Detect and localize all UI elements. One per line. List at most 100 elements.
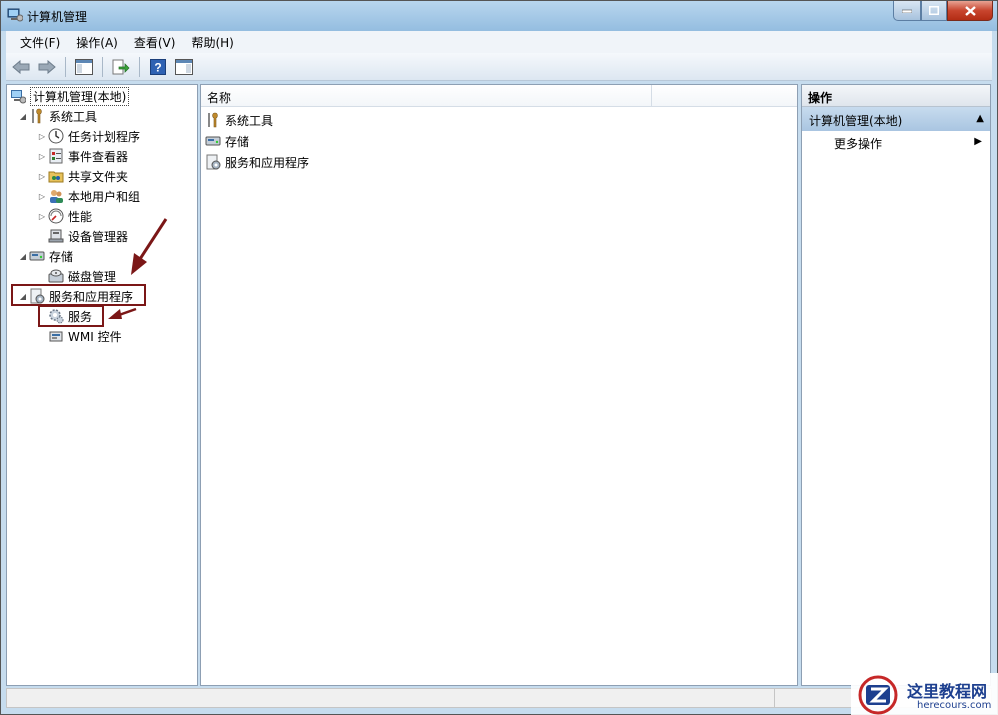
minimize-icon bbox=[902, 9, 912, 13]
actions-pane-title: 操作 bbox=[802, 85, 990, 107]
tree-label: 共享文件夹 bbox=[68, 169, 129, 184]
status-bar bbox=[6, 688, 992, 708]
services-applications-icon bbox=[206, 154, 221, 170]
toolbar-separator bbox=[65, 56, 66, 77]
svg-text:?: ? bbox=[154, 60, 161, 74]
watermark: 这里教程网 herecours.com bbox=[851, 673, 998, 715]
tree-label: 设备管理器 bbox=[68, 229, 129, 244]
actions-section-label: 计算机管理(本地) bbox=[809, 114, 903, 128]
main-window: 计算机管理 文件(F) 操作(A) 查看(V) 帮助(H) ? 计算机管理(本地… bbox=[0, 0, 998, 715]
toolbar: ? bbox=[6, 53, 992, 81]
toolbar-separator bbox=[102, 56, 103, 77]
list-item-label: 系统工具 bbox=[225, 113, 274, 128]
menu-action[interactable]: 操作(A) bbox=[68, 32, 126, 53]
storage-icon bbox=[29, 251, 45, 261]
help-button[interactable]: ? bbox=[147, 56, 169, 78]
annotation-highlight-box bbox=[11, 284, 146, 306]
expand-triangle-icon[interactable]: ▷ bbox=[36, 132, 48, 141]
collapse-triangle-icon[interactable]: ◢ bbox=[17, 112, 29, 121]
watermark-title: 这里教程网 bbox=[907, 682, 988, 701]
tree-item-disk-management[interactable]: 磁盘管理 bbox=[48, 266, 116, 286]
tree-item-system-tools[interactable]: ◢ 系统工具 bbox=[17, 106, 97, 126]
tree-label: 系统工具 bbox=[49, 109, 98, 124]
back-button[interactable] bbox=[10, 56, 32, 78]
list-item-label: 服务和应用程序 bbox=[225, 155, 310, 170]
show-hide-console-tree-button[interactable] bbox=[73, 56, 95, 78]
watermark-logo-icon bbox=[858, 675, 898, 715]
forward-arrow-icon bbox=[38, 59, 56, 74]
event-log-icon bbox=[49, 148, 63, 164]
list-item[interactable]: 存储 bbox=[205, 131, 249, 151]
tools-icon bbox=[32, 108, 42, 124]
maximize-button[interactable] bbox=[921, 1, 947, 21]
tree-item-device-manager[interactable]: 设备管理器 bbox=[48, 226, 128, 246]
results-list[interactable]: 名称 系统工具 存储 服务和应用程序 bbox=[200, 84, 798, 686]
back-arrow-icon bbox=[12, 59, 30, 74]
console-tree-icon bbox=[75, 58, 93, 75]
submenu-arrow-icon[interactable]: ▶ bbox=[974, 136, 982, 147]
performance-gauge-icon bbox=[48, 208, 64, 224]
export-list-button[interactable] bbox=[110, 56, 132, 78]
tree-item-root[interactable]: 计算机管理(本地) bbox=[10, 86, 130, 106]
tree-label: 事件查看器 bbox=[68, 149, 129, 164]
tree-item-performance[interactable]: ▷ 性能 bbox=[36, 206, 92, 226]
window-title: 计算机管理 bbox=[27, 10, 88, 24]
actions-section-header[interactable]: 计算机管理(本地) ▲ bbox=[802, 107, 990, 131]
watermark-url: herecours.com bbox=[917, 700, 992, 711]
users-icon bbox=[50, 190, 63, 203]
storage-icon bbox=[205, 136, 221, 146]
expand-triangle-icon[interactable]: ▷ bbox=[36, 172, 48, 181]
computer-management-icon bbox=[7, 8, 23, 22]
menu-help[interactable]: 帮助(H) bbox=[183, 32, 241, 53]
column-name-header[interactable]: 名称 bbox=[201, 85, 652, 107]
action-pane-icon bbox=[175, 58, 193, 75]
title-bar[interactable]: 计算机管理 bbox=[1, 1, 997, 31]
close-icon bbox=[964, 5, 976, 16]
menu-view[interactable]: 查看(V) bbox=[126, 32, 184, 53]
minimize-button[interactable] bbox=[893, 1, 921, 21]
tree-item-event-viewer[interactable]: ▷ 事件查看器 bbox=[36, 146, 128, 166]
tree-item-local-users[interactable]: ▷ 本地用户和组 bbox=[36, 186, 140, 206]
tree-item-storage[interactable]: ◢ 存储 bbox=[17, 246, 73, 266]
show-hide-action-pane-button[interactable] bbox=[173, 56, 195, 78]
tree-label: 性能 bbox=[68, 209, 93, 224]
disk-management-icon bbox=[48, 269, 64, 283]
collapse-triangle-icon[interactable]: ◢ bbox=[17, 252, 29, 261]
clock-icon bbox=[48, 128, 64, 144]
console-tree[interactable]: 计算机管理(本地) ◢ 系统工具 ▷ 任务计划程序 ▷ 事件查看器 ▷ 共享文件… bbox=[6, 84, 198, 686]
menu-file[interactable]: 文件(F) bbox=[12, 32, 68, 53]
computer-management-icon bbox=[11, 90, 26, 104]
tree-label: 计算机管理(本地) bbox=[30, 86, 130, 106]
list-item[interactable]: 服务和应用程序 bbox=[205, 152, 309, 172]
forward-button[interactable] bbox=[36, 56, 58, 78]
list-item-label: 存储 bbox=[225, 134, 250, 149]
list-item[interactable]: 系统工具 bbox=[205, 110, 273, 130]
tree-label: WMI 控件 bbox=[68, 329, 122, 344]
maximize-icon bbox=[929, 6, 939, 15]
close-button[interactable] bbox=[947, 1, 993, 21]
tree-item-wmi-control[interactable]: WMI 控件 bbox=[48, 326, 122, 346]
tree-label: 磁盘管理 bbox=[68, 269, 117, 284]
status-divider bbox=[774, 689, 775, 707]
wmi-control-icon bbox=[49, 331, 63, 342]
shared-folder-icon bbox=[48, 171, 64, 183]
help-icon: ? bbox=[150, 58, 166, 75]
tools-icon bbox=[208, 112, 218, 128]
actions-pane: 操作 计算机管理(本地) ▲ 更多操作 ▶ bbox=[801, 84, 991, 686]
menu-bar: 文件(F) 操作(A) 查看(V) 帮助(H) bbox=[6, 31, 992, 53]
annotation-highlight-box bbox=[38, 305, 104, 327]
more-actions-link[interactable]: 更多操作 bbox=[834, 135, 882, 152]
export-icon bbox=[112, 59, 130, 74]
column-header: 名称 bbox=[201, 85, 797, 107]
tree-label: 任务计划程序 bbox=[68, 129, 141, 144]
device-manager-icon bbox=[48, 229, 64, 243]
tree-label: 存储 bbox=[49, 249, 74, 264]
toolbar-separator bbox=[139, 56, 140, 77]
tree-label: 本地用户和组 bbox=[68, 189, 141, 204]
expand-triangle-icon[interactable]: ▷ bbox=[36, 192, 48, 201]
tree-item-task-scheduler[interactable]: ▷ 任务计划程序 bbox=[36, 126, 140, 146]
expand-triangle-icon[interactable]: ▷ bbox=[36, 212, 48, 221]
tree-item-shared-folders[interactable]: ▷ 共享文件夹 bbox=[36, 166, 128, 186]
expand-triangle-icon[interactable]: ▷ bbox=[36, 152, 48, 161]
collapse-caret-icon[interactable]: ▲ bbox=[976, 113, 984, 124]
